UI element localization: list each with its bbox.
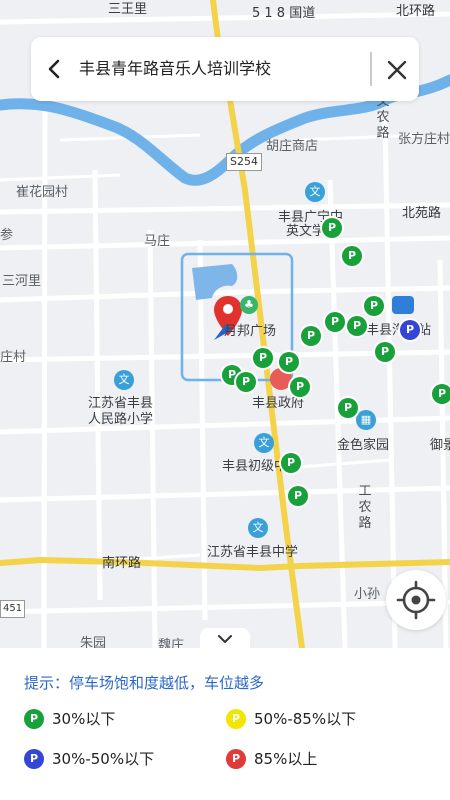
chevron-left-icon[interactable] (41, 55, 69, 83)
parking-icon: P (226, 749, 246, 769)
parking-icon[interactable]: P (342, 246, 362, 266)
map-label: 江苏省丰县中学 (207, 545, 299, 560)
building-icon[interactable]: ▦ (356, 410, 376, 430)
map-label-road: 文农路 (376, 94, 390, 141)
parking-icon[interactable]: P (338, 398, 358, 418)
map-label: 人民路小学 (88, 412, 154, 427)
map-label-road: S254 (226, 153, 262, 171)
legend-label: 30%以下 (52, 710, 116, 728)
locate-crosshair-icon (396, 580, 436, 620)
parking-icon: P (226, 709, 246, 729)
map-label: 胡庄商店 (266, 139, 319, 154)
school-icon[interactable]: 文 (248, 518, 268, 538)
map-label-road: 451 (0, 600, 26, 618)
map-label-road: 5 1 8 国道 (252, 6, 316, 21)
parking-icon[interactable]: P (347, 316, 367, 336)
legend-label: 85%以上 (254, 750, 318, 768)
map-label-road: 南环路 (102, 556, 142, 571)
parking-icon[interactable]: P (364, 296, 384, 316)
map-label: 月邦广场 (224, 324, 277, 339)
bus-icon[interactable] (392, 296, 414, 314)
search-bar: 丰县青年路音乐人培训学校 (31, 37, 419, 101)
map-label: 参 (0, 228, 14, 243)
parking-icon[interactable]: P (325, 312, 345, 332)
map-label: 丰县政府 (252, 396, 305, 411)
parking-icon[interactable]: P (288, 486, 308, 506)
close-icon[interactable] (382, 55, 412, 85)
map-label: 崔花园村 (16, 185, 69, 200)
parking-icon: P (24, 749, 44, 769)
map-label: 丰县汽车站 (366, 323, 432, 338)
parking-icon[interactable]: P (290, 377, 310, 397)
parking-icon[interactable]: P (400, 320, 420, 340)
map-label: 江苏省丰县 (88, 396, 154, 411)
school-icon[interactable]: 文 (305, 182, 325, 202)
parking-icon: P (24, 709, 44, 729)
legend-panel: 提示：停车场饱和度越低，车位越多 P 30%以下 P 50%-85%以下 P 3… (0, 648, 450, 800)
chevron-down-icon (218, 635, 232, 643)
map-label: 庄村 (0, 350, 27, 365)
parking-icon[interactable]: P (301, 326, 321, 346)
map-label-road: 北苑路 (402, 206, 442, 221)
legend-label: 30%-50%以下 (52, 750, 155, 768)
map-label: 三王里 (108, 2, 148, 17)
school-icon[interactable]: 文 (114, 370, 134, 390)
legend-label: 50%-85%以下 (254, 710, 357, 728)
divider (370, 52, 372, 86)
parking-icon[interactable]: P (281, 453, 301, 473)
collapse-panel-button[interactable] (200, 628, 250, 650)
parking-icon[interactable]: P (253, 348, 273, 368)
map-label: 朱园 (80, 636, 107, 648)
search-query-text[interactable]: 丰县青年路音乐人培训学校 (79, 58, 271, 80)
parking-icon[interactable]: P (432, 384, 450, 404)
parking-icon[interactable]: P (236, 372, 256, 392)
map-label: 三河里 (2, 274, 42, 289)
map-label: 小孙 (354, 587, 381, 602)
map-label: 金色家园 (337, 438, 390, 453)
map-label: 马庄 (144, 234, 171, 249)
hint-text: 提示：停车场饱和度越低，车位越多 (24, 674, 265, 692)
map-label-road: 北环路 (396, 4, 436, 19)
map-label: 魏庄 (158, 638, 185, 648)
parking-icon[interactable]: P (279, 352, 299, 372)
park-icon[interactable]: ♣ (240, 296, 258, 314)
school-icon[interactable]: 文 (254, 433, 274, 453)
map-label-road: 工农路 (358, 484, 372, 531)
parking-icon[interactable]: P (375, 342, 395, 362)
map-label: 张方庄村 (398, 132, 450, 147)
parking-icon[interactable]: P (322, 218, 342, 238)
map-label: 御景 (430, 438, 450, 453)
locate-button[interactable] (386, 570, 446, 630)
